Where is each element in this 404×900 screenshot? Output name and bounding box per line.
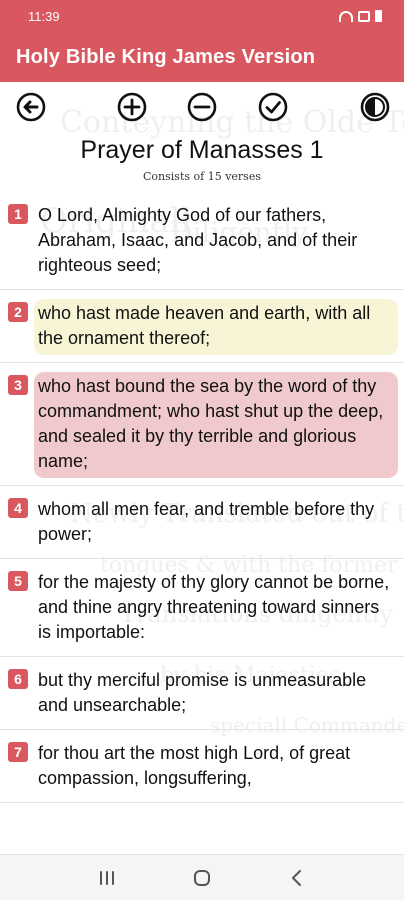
verse-item[interactable]: 6 but thy merciful promise is unmeasurab… — [0, 657, 404, 730]
status-icons — [339, 10, 382, 22]
verse-number-badge: 1 — [8, 204, 28, 224]
verse-number-badge: 7 — [8, 742, 28, 762]
verse-item[interactable]: 7 for thou art the most high Lord, of gr… — [0, 730, 404, 803]
verse-item[interactable]: 5 for the majesty of thy glory cannot be… — [0, 559, 404, 657]
back-button[interactable] — [277, 863, 317, 893]
verse-text: for thou art the most high Lord, of grea… — [38, 743, 351, 788]
screen: 11:39 Holy Bible King James Version Cont… — [0, 0, 404, 900]
verse-item[interactable]: 3 who hast bound the sea by the word of … — [0, 363, 404, 486]
verse-text: who hast bound the sea by the word of th… — [34, 372, 398, 478]
content-area[interactable]: Conteyning the Olde Testam Originall Dil… — [0, 82, 404, 854]
verse-number-badge: 3 — [8, 375, 28, 395]
toolbar — [0, 90, 404, 126]
contrast-icon — [360, 92, 390, 122]
verse-list: 1 O Lord, Almighty God of our fathers, A… — [0, 192, 404, 803]
back-arrow-icon — [16, 92, 46, 122]
verse-number-badge: 5 — [8, 571, 28, 591]
verse-text: for the majesty of thy glory cannot be b… — [38, 572, 390, 642]
verse-text: but thy merciful promise is unmeasurable… — [38, 670, 367, 715]
verse-text: who hast made heaven and earth, with all… — [34, 299, 398, 355]
recent-apps-icon — [100, 870, 115, 885]
zoom-in-button[interactable] — [115, 90, 149, 124]
back-arrow-button[interactable] — [14, 90, 48, 124]
verse-number-badge: 4 — [8, 498, 28, 518]
zoom-out-icon — [187, 92, 217, 122]
verse-item[interactable]: 4 whom all men fear, and tremble before … — [0, 486, 404, 559]
app-title: Holy Bible King James Version — [16, 45, 316, 68]
sim-icon — [358, 10, 370, 22]
contrast-button[interactable] — [358, 90, 392, 124]
back-icon — [291, 869, 301, 886]
zoom-in-icon — [117, 92, 147, 122]
check-button[interactable] — [256, 90, 290, 124]
verse-item[interactable]: 2 who hast made heaven and earth, with a… — [0, 290, 404, 363]
verse-text: whom all men fear, and tremble before th… — [38, 499, 375, 544]
home-button[interactable] — [182, 863, 222, 893]
verse-count: Consists of 15 verses — [143, 170, 261, 183]
zoom-out-button[interactable] — [185, 90, 219, 124]
verse-text: O Lord, Almighty God of our fathers, Abr… — [38, 205, 358, 275]
verse-number-badge: 6 — [8, 669, 28, 689]
chapter-title: Prayer of Manasses 1 — [80, 136, 324, 164]
battery-icon — [375, 10, 382, 22]
home-icon — [193, 869, 210, 886]
verse-number-badge: 2 — [8, 302, 28, 322]
app-bar: Holy Bible King James Version — [0, 32, 404, 82]
system-nav-bar — [0, 854, 404, 900]
status-bar: 11:39 — [0, 0, 404, 32]
check-circle-icon — [258, 92, 288, 122]
verse-item[interactable]: 1 O Lord, Almighty God of our fathers, A… — [0, 192, 404, 290]
status-time: 11:39 — [28, 8, 60, 24]
wifi-icon — [339, 10, 353, 22]
recent-apps-button[interactable] — [87, 863, 127, 893]
